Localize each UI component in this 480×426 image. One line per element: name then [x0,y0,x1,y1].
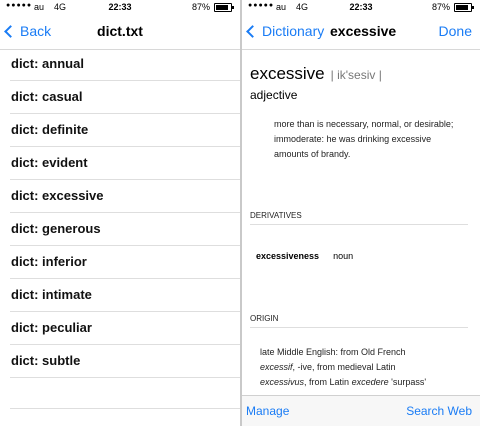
derivative-pos: noun [333,251,354,261]
derivative-entry: excessiveness noun [256,251,353,261]
dual-screenshot: ●●●●● au 4G 22:33 87% Back dict.txt dict… [0,0,480,426]
done-button[interactable]: Done [439,23,472,39]
nav-title: excessive [330,23,397,39]
headword-text: excessive [250,64,325,83]
entry-headword: excessive | ik'sesiv | [250,64,382,84]
definition: more than is necessary, normal, or desir… [274,117,464,162]
search-web-button[interactable]: Search Web [406,404,472,418]
origin-fragment: , -ive [292,362,313,372]
dictionary-screen: ●●●●● au 4G 22:33 87% Dictionary excessi… [242,0,480,426]
battery-icon [214,3,234,12]
origin-term: excessif [260,362,293,372]
list-item[interactable]: dict: inferior [10,246,240,279]
origin-fragment: , from medieval Latin [312,362,396,372]
list-item[interactable]: dict: intimate [10,279,240,312]
nav-title: dict.txt [97,23,143,39]
empty-list-row [10,378,240,409]
battery-percent: 87% [191,2,210,12]
manage-button[interactable]: Manage [246,404,289,418]
origin-fragment: , from Latin [304,377,350,387]
word-list: dict: annual dict: casual dict: definite… [0,48,240,409]
list-item[interactable]: dict: definite [10,114,240,147]
pronunciation: | ik'sesiv | [330,68,382,82]
chevron-left-icon [246,25,259,38]
list-item[interactable]: dict: evident [10,147,240,180]
derivatives-heading: DERIVATIVES [250,211,468,225]
status-bar: ●●●●● au 4G 22:33 87% [242,0,480,14]
dictionary-back-button[interactable]: Dictionary [246,23,325,39]
battery-fill [456,5,469,10]
list-item[interactable]: dict: casual [10,81,240,114]
origin-text: late Middle English: from Old French exc… [260,345,470,390]
origin-term: excedere [351,377,389,387]
origin-heading: ORIGIN [250,314,468,328]
origin-term: excessivus [260,377,305,387]
status-bar: ●●●●● au 4G 22:33 87% [0,0,240,14]
list-screen: ●●●●● au 4G 22:33 87% Back dict.txt dict… [0,0,240,426]
battery-percent: 87% [431,2,450,12]
battery-icon [454,3,474,12]
list-item[interactable]: dict: excessive [10,180,240,213]
derivative-word: excessiveness [256,251,320,261]
origin-fragment: 'surpass' [391,377,427,387]
list-item[interactable]: dict: generous [10,213,240,246]
bottom-toolbar: Manage Search Web [242,395,480,426]
navigation-bar: Dictionary excessive Done [242,14,480,50]
back-button-label: Dictionary [262,23,325,39]
part-of-speech: adjective [250,88,298,102]
list-item[interactable]: dict: peculiar [10,312,240,345]
navigation-bar: Back dict.txt [0,14,240,50]
battery-fill [216,5,229,10]
origin-line: late Middle English: from Old French [260,347,406,357]
list-item[interactable]: dict: annual [10,48,240,81]
list-item[interactable]: dict: subtle [10,345,240,378]
